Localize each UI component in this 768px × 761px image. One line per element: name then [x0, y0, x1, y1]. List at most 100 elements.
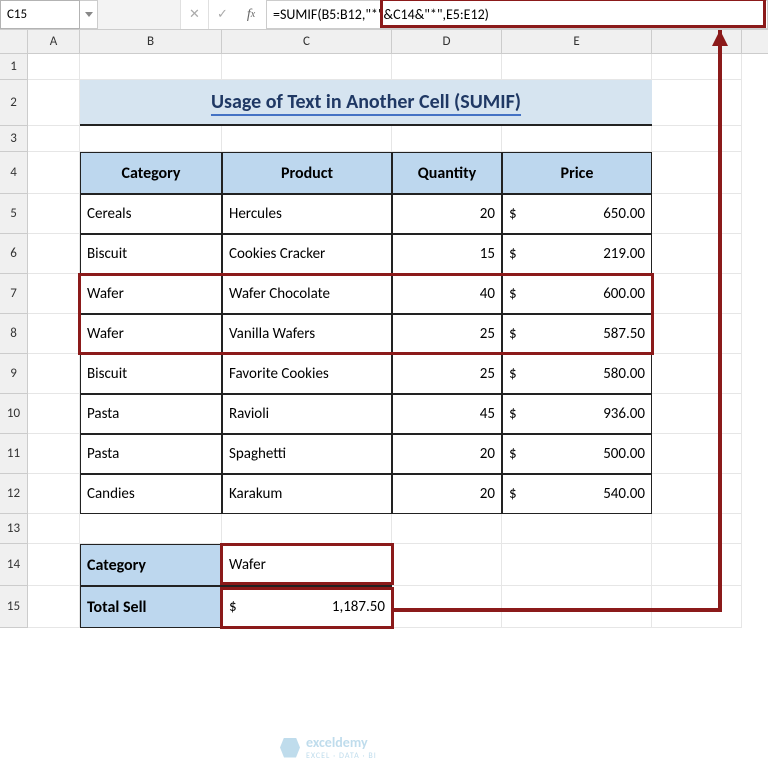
cell-quantity[interactable]: 40: [392, 274, 502, 314]
cell-product[interactable]: Cookies Cracker: [222, 234, 392, 274]
cell-F15[interactable]: [652, 586, 742, 628]
cell-D1[interactable]: [392, 54, 502, 80]
cell-A9[interactable]: [28, 354, 80, 394]
name-box-dropdown-icon[interactable]: [80, 0, 98, 29]
cell-A1[interactable]: [28, 54, 80, 80]
row-header[interactable]: 13: [0, 514, 28, 544]
row-header[interactable]: 14: [0, 544, 28, 586]
header-price[interactable]: Price: [502, 152, 652, 194]
col-header-C[interactable]: C: [222, 30, 392, 53]
cell-F8[interactable]: [652, 314, 742, 354]
col-header-A[interactable]: A: [28, 30, 80, 53]
cell-product[interactable]: Vanilla Wafers: [222, 314, 392, 354]
cell-product[interactable]: Hercules: [222, 194, 392, 234]
cell-A6[interactable]: [28, 234, 80, 274]
cell-product[interactable]: Ravioli: [222, 394, 392, 434]
cell-quantity[interactable]: 20: [392, 194, 502, 234]
cell-F1[interactable]: [652, 54, 742, 80]
row-header[interactable]: 15: [0, 586, 28, 628]
cell-A11[interactable]: [28, 434, 80, 474]
header-product[interactable]: Product: [222, 152, 392, 194]
header-quantity[interactable]: Quantity: [392, 152, 502, 194]
cell-category[interactable]: Pasta: [80, 434, 222, 474]
cell-product[interactable]: Wafer Chocolate: [222, 274, 392, 314]
cell-F6[interactable]: [652, 234, 742, 274]
cell-A4[interactable]: [28, 152, 80, 194]
cell-F10[interactable]: [652, 394, 742, 434]
cell-category[interactable]: Biscuit: [80, 234, 222, 274]
cell-A7[interactable]: [28, 274, 80, 314]
fx-icon[interactable]: fx: [236, 0, 266, 29]
row-header[interactable]: 9: [0, 354, 28, 394]
summary-total-value[interactable]: $1,187.50: [222, 586, 392, 628]
row-header[interactable]: 1: [0, 54, 28, 80]
row-header[interactable]: 10: [0, 394, 28, 434]
col-header-D[interactable]: D: [392, 30, 502, 53]
cell-D14[interactable]: [392, 544, 502, 586]
formula-input[interactable]: =SUMIF(B5:B12,"*"&C14&"*",E5:E12): [266, 0, 768, 29]
col-header-E[interactable]: E: [502, 30, 652, 53]
cell-E15[interactable]: [502, 586, 652, 628]
summary-total-label[interactable]: Total Sell: [80, 586, 222, 628]
cell-category[interactable]: Wafer: [80, 274, 222, 314]
cell-price[interactable]: $936.00: [502, 394, 652, 434]
cell-F4[interactable]: [652, 152, 742, 194]
name-box[interactable]: C15: [0, 0, 80, 29]
cell-price[interactable]: $650.00: [502, 194, 652, 234]
cell-quantity[interactable]: 20: [392, 474, 502, 514]
cell-D3[interactable]: [392, 126, 502, 152]
cell-quantity[interactable]: 20: [392, 434, 502, 474]
cell-A13[interactable]: [28, 514, 80, 544]
cell-quantity[interactable]: 25: [392, 354, 502, 394]
summary-cat-label[interactable]: Category: [80, 544, 222, 586]
row-header[interactable]: 5: [0, 194, 28, 234]
col-header-blank[interactable]: [652, 30, 742, 53]
cell-price[interactable]: $219.00: [502, 234, 652, 274]
cell-price[interactable]: $587.50: [502, 314, 652, 354]
cell-E1[interactable]: [502, 54, 652, 80]
cell-quantity[interactable]: 45: [392, 394, 502, 434]
row-header[interactable]: 3: [0, 126, 28, 152]
cell-B13[interactable]: [80, 514, 222, 544]
cell-E14[interactable]: [502, 544, 652, 586]
cell-product[interactable]: Favorite Cookies: [222, 354, 392, 394]
cell-A8[interactable]: [28, 314, 80, 354]
cell-E3[interactable]: [502, 126, 652, 152]
cell-F12[interactable]: [652, 474, 742, 514]
title-cell[interactable]: Usage of Text in Another Cell (SUMIF): [80, 80, 652, 126]
cell-F3[interactable]: [652, 126, 742, 152]
cell-price[interactable]: $600.00: [502, 274, 652, 314]
cell-A10[interactable]: [28, 394, 80, 434]
row-header[interactable]: 8: [0, 314, 28, 354]
cancel-icon[interactable]: ✕: [180, 0, 208, 29]
row-header[interactable]: 2: [0, 80, 28, 126]
cell-F11[interactable]: [652, 434, 742, 474]
row-header[interactable]: 12: [0, 474, 28, 514]
cell-category[interactable]: Pasta: [80, 394, 222, 434]
cell-category[interactable]: Biscuit: [80, 354, 222, 394]
cell-D15[interactable]: [392, 586, 502, 628]
cell-E13[interactable]: [502, 514, 652, 544]
cell-A15[interactable]: [28, 586, 80, 628]
cell-B3[interactable]: [80, 126, 222, 152]
cell-category[interactable]: Candies: [80, 474, 222, 514]
cell-A14[interactable]: [28, 544, 80, 586]
cell-C13[interactable]: [222, 514, 392, 544]
cell-F2[interactable]: [652, 80, 742, 126]
cell-C3[interactable]: [222, 126, 392, 152]
cell-category[interactable]: Cereals: [80, 194, 222, 234]
cell-D13[interactable]: [392, 514, 502, 544]
cell-price[interactable]: $500.00: [502, 434, 652, 474]
cell-F9[interactable]: [652, 354, 742, 394]
cell-price[interactable]: $580.00: [502, 354, 652, 394]
cell-A5[interactable]: [28, 194, 80, 234]
check-icon[interactable]: ✓: [208, 0, 236, 29]
cell-A12[interactable]: [28, 474, 80, 514]
row-header[interactable]: 11: [0, 434, 28, 474]
cell-quantity[interactable]: 25: [392, 314, 502, 354]
cell-F13[interactable]: [652, 514, 742, 544]
header-category[interactable]: Category: [80, 152, 222, 194]
summary-cat-value[interactable]: Wafer: [222, 544, 392, 586]
cell-B1[interactable]: [80, 54, 222, 80]
cell-F5[interactable]: [652, 194, 742, 234]
